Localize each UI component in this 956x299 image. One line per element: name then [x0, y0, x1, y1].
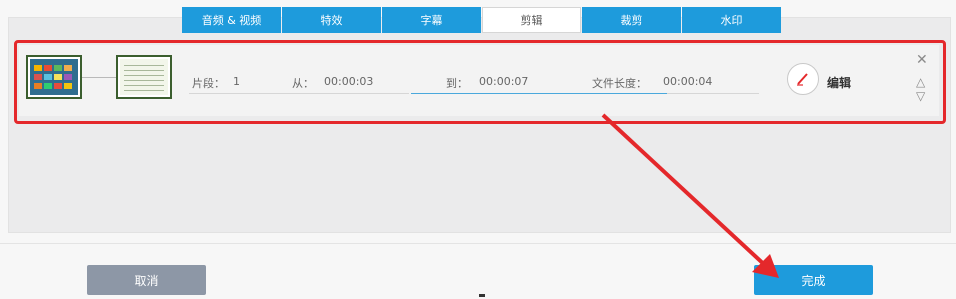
clip-row: 片段： 1 从： 00:00:03 到： 00:00:07 文件长度： 00:0…	[19, 45, 939, 116]
segment-value: 1	[233, 75, 240, 88]
to-value[interactable]: 00:00:07	[479, 75, 528, 88]
pencil-icon	[797, 73, 808, 86]
move-up-icon[interactable]: △	[916, 76, 925, 88]
tab-clip[interactable]: 剪辑	[482, 7, 581, 33]
thumbnail-connector	[82, 77, 116, 78]
tab-audio-video[interactable]: 音频 & 视频	[182, 7, 281, 33]
to-label: 到：	[446, 77, 468, 90]
from-label: 从：	[292, 77, 314, 90]
divider	[667, 93, 759, 94]
end-frame-thumbnail	[116, 55, 172, 99]
tab-watermark[interactable]: 水印	[682, 7, 781, 33]
edit-button[interactable]	[787, 63, 819, 95]
length-label: 文件长度：	[592, 77, 647, 90]
footer-divider	[0, 243, 956, 244]
tab-subtitles[interactable]: 字幕	[382, 7, 481, 33]
close-icon[interactable]: ✕	[916, 53, 928, 67]
length-value: 00:00:04	[663, 75, 713, 88]
edit-label[interactable]: 编辑	[827, 74, 851, 91]
segment-label: 片段：	[192, 77, 225, 90]
start-frame-thumbnail	[26, 55, 82, 99]
tab-effects[interactable]: 特效	[282, 7, 381, 33]
tab-crop[interactable]: 裁剪	[582, 7, 681, 33]
divider	[189, 93, 409, 94]
clip-range-bar[interactable]	[411, 93, 667, 94]
move-down-icon[interactable]: ▽	[916, 90, 925, 102]
from-value[interactable]: 00:00:03	[324, 75, 373, 88]
text-cursor	[479, 294, 485, 297]
done-button[interactable]: 完成	[754, 265, 873, 295]
tab-bar: 音频 & 视频 特效 字幕 剪辑 裁剪 水印	[182, 7, 782, 33]
cancel-button[interactable]: 取消	[87, 265, 206, 295]
